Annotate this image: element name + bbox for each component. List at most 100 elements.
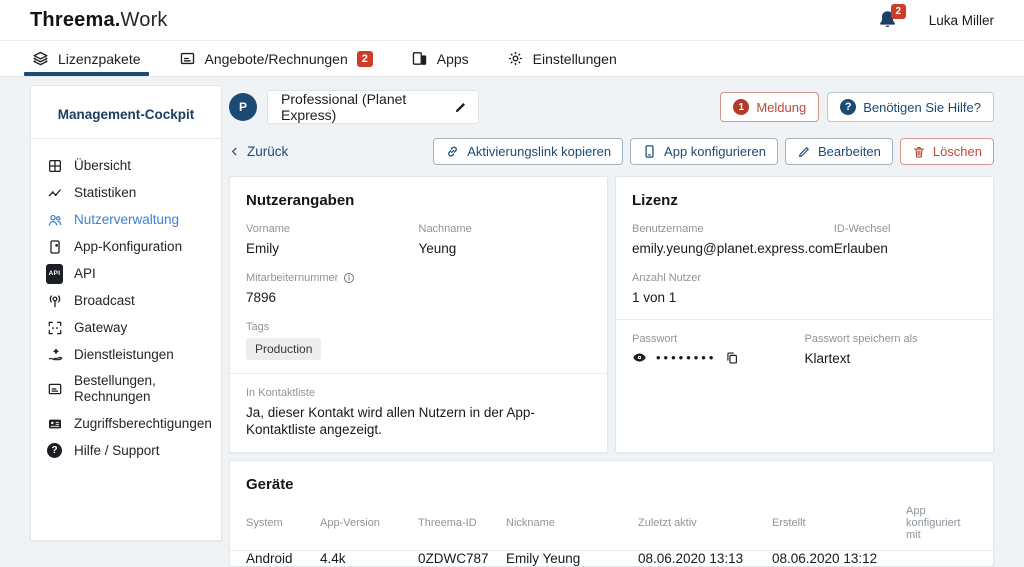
card-title: Nutzerangaben	[246, 192, 355, 209]
sidebar-item-nutzerverwaltung[interactable]: Nutzerverwaltung	[31, 206, 221, 233]
edit-package-icon[interactable]	[453, 100, 468, 115]
package-name: Professional (Planet Express)	[281, 91, 407, 123]
field-vorname: Vorname Emily	[246, 223, 419, 257]
tab-angebote-rechnungen[interactable]: Angebote/Rechnungen 2	[177, 41, 375, 76]
tab-label: Einstellungen	[532, 50, 617, 67]
delete-button[interactable]: Löschen	[899, 138, 994, 165]
topbar: Threema.Work 2 Luka Miller	[0, 0, 1024, 41]
service-hand-icon	[46, 346, 63, 363]
link-icon	[445, 144, 460, 159]
field-value: emily.yeung@planet.express.com	[632, 241, 834, 256]
edit-label: Bearbeiten	[817, 144, 881, 159]
sidebar-item-label: Bestellungen, Rechnungen	[74, 373, 156, 404]
meldung-button[interactable]: 1 Meldung	[720, 92, 820, 122]
column-header: Nickname	[506, 517, 555, 529]
back-link[interactable]: Zurück	[229, 144, 288, 159]
sidebar-item-label: App-Konfiguration	[74, 238, 183, 254]
devices-icon	[411, 50, 428, 67]
tab-badge: 2	[356, 50, 373, 67]
field-value: Emily	[246, 241, 279, 256]
cell-erstellt: 08.06.2020 13:12	[772, 551, 878, 566]
cell-system: Android	[246, 551, 293, 566]
sidebar-item-label: Hilfe / Support	[74, 442, 160, 458]
phone-gear-icon	[46, 238, 63, 255]
meldung-label: Meldung	[756, 99, 807, 115]
configure-app-button[interactable]: App konfigurieren	[630, 138, 778, 165]
tab-apps[interactable]: Apps	[409, 41, 471, 76]
notifications-button[interactable]: 2	[877, 4, 906, 31]
tab-label: Lizenzpakete	[58, 50, 141, 67]
field-value: Ja, dieser Kontakt wird allen Nutzern in…	[246, 405, 535, 437]
field-id-wechsel: ID-Wechsel Erlauben	[834, 223, 977, 257]
tab-label: Apps	[436, 50, 469, 67]
chevron-left-icon	[229, 146, 240, 157]
copy-activation-link-button[interactable]: Aktivierungslink kopieren	[433, 138, 624, 165]
divider	[230, 373, 607, 374]
field-label: Passwort	[632, 333, 678, 345]
sidebar-item-uebersicht[interactable]: Übersicht	[31, 152, 221, 179]
sidebar-item-api[interactable]: API API	[31, 260, 221, 287]
invoice-icon	[46, 381, 63, 398]
copy-password-icon[interactable]	[725, 351, 739, 365]
field-nachname: Nachname Yeung	[419, 223, 592, 257]
cell-threema-id: 0ZDWC787	[418, 551, 489, 566]
tab-lizenzpakete[interactable]: Lizenzpakete	[24, 41, 149, 76]
field-value: Yeung	[418, 241, 457, 256]
gear-icon	[507, 50, 524, 67]
edit-button[interactable]: Bearbeiten	[784, 138, 893, 165]
sidebar-item-zugriffsberechtigungen[interactable]: Zugriffsberechtigungen	[31, 410, 221, 437]
meldung-badge: 1	[733, 99, 750, 115]
sidebar-item-hilfe-support[interactable]: Hilfe / Support	[31, 437, 221, 464]
sidebar-item-label: Dienstleistungen	[74, 346, 174, 362]
sidebar-item-dienstleistungen[interactable]: Dienstleistungen	[31, 341, 221, 368]
sidebar-item-label: Broadcast	[74, 292, 135, 308]
question-icon	[840, 99, 857, 115]
sidebar-item-label: Nutzerverwaltung	[74, 211, 180, 227]
user-name[interactable]: Luka Miller	[929, 13, 994, 28]
stats-icon	[46, 184, 63, 201]
sidebar-item-broadcast[interactable]: Broadcast	[31, 287, 221, 314]
sidebar-item-app-konfiguration[interactable]: App-Konfiguration	[31, 233, 221, 260]
pencil-icon	[797, 145, 811, 159]
field-passwort: Passwort ••••••••	[632, 333, 805, 367]
devices-table-header: System App-Version Threema-ID Nickname Z…	[230, 505, 993, 551]
field-label: ID-Wechsel	[833, 223, 891, 235]
tag-chip: Production	[246, 338, 322, 360]
field-label: Benutzername	[632, 223, 704, 235]
sidebar: Management-Cockpit Übersicht Statistiken…	[30, 85, 222, 541]
package-header: P Professional (Planet Express) 1 Meldun…	[229, 90, 994, 124]
show-password-eye-icon[interactable]	[632, 350, 647, 365]
help-button[interactable]: Benötigen Sie Hilfe?	[827, 92, 994, 122]
invoice-icon	[179, 50, 196, 67]
package-avatar: P	[229, 93, 257, 121]
tab-label: Angebote/Rechnungen	[204, 50, 348, 67]
notification-badge: 2	[890, 4, 906, 19]
field-kontaktliste: In Kontaktliste Ja, dieser Kontakt wird …	[246, 387, 591, 438]
app-logo[interactable]: Threema.Work	[30, 9, 168, 32]
package-select[interactable]: Professional (Planet Express)	[267, 90, 479, 124]
password-masked-value: ••••••••	[656, 349, 717, 365]
sidebar-item-label: Statistiken	[74, 184, 137, 200]
cell-zuletzt-aktiv: 08.06.2020 13:13	[638, 551, 744, 566]
card-title: Lizenz	[632, 192, 678, 209]
main-nav: Lizenzpakete Angebote/Rechnungen 2 Apps	[0, 41, 1024, 77]
help-label: Benötigen Sie Hilfe?	[863, 99, 981, 115]
sidebar-item-gateway[interactable]: Gateway	[31, 314, 221, 341]
cell-nickname: Emily Yeung	[506, 551, 581, 566]
sidebar-item-bestellungen-rechnungen[interactable]: Bestellungen, Rechnungen	[31, 368, 221, 410]
sidebar-item-statistiken[interactable]: Statistiken	[31, 179, 221, 206]
column-header: Threema-ID	[418, 517, 477, 529]
info-icon[interactable]	[343, 272, 355, 284]
api-icon: API	[46, 263, 63, 284]
device-table-row[interactable]: Android 4.4k 0ZDWC787 Emily Yeung 08.06.…	[246, 551, 977, 566]
field-label: In Kontaktliste	[246, 387, 316, 399]
grid-icon	[46, 157, 63, 174]
field-label: Anzahl Nutzer	[632, 272, 702, 284]
layers-icon	[32, 50, 49, 67]
sidebar-title: Management-Cockpit	[31, 86, 221, 139]
field-anzahl-nutzer: Anzahl Nutzer 1 von 1	[632, 272, 805, 306]
broadcast-icon	[46, 292, 63, 309]
delete-label: Löschen	[932, 144, 982, 159]
id-card-icon	[46, 415, 63, 432]
tab-einstellungen[interactable]: Einstellungen	[505, 41, 619, 76]
